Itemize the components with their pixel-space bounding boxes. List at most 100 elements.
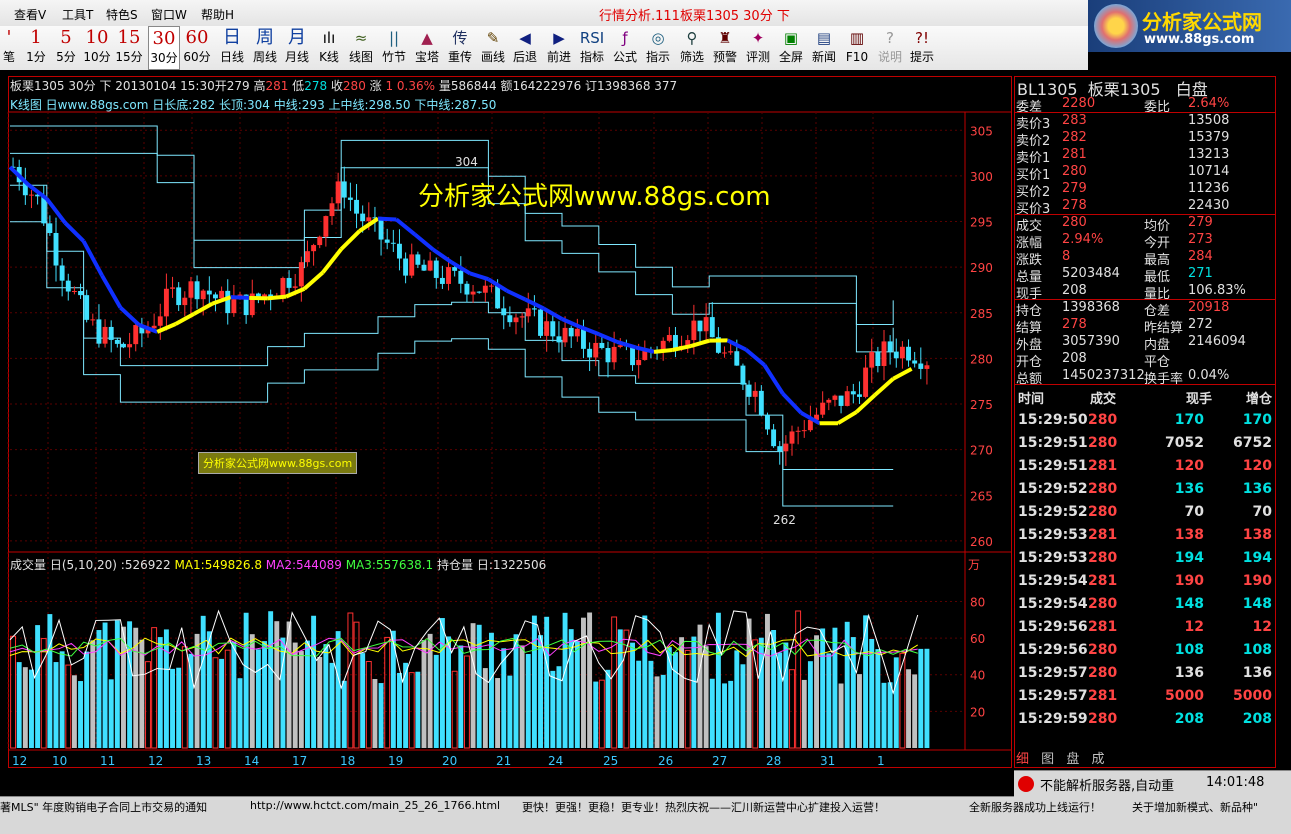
watermark-badge: 分析家公式网www.88gs.com bbox=[198, 452, 357, 474]
toolbar-button-22[interactable]: ♜预警 bbox=[710, 26, 740, 70]
tick-volume: 136 bbox=[1175, 481, 1204, 497]
tick-oi: 136 bbox=[1243, 665, 1272, 681]
tick-time: 15:29:50 bbox=[1018, 412, 1088, 428]
tick-price: 280 bbox=[1088, 504, 1117, 520]
logo-url: www.88gs.com bbox=[1144, 32, 1254, 47]
tick-volume: 194 bbox=[1175, 550, 1204, 566]
toolbar-button-17[interactable]: ▶前进 bbox=[543, 26, 575, 70]
status-bar: 著MLS" 年度购销电子合同上市交易的通知 http://www.hctct.c… bbox=[0, 796, 1291, 834]
high-label: 304 bbox=[455, 155, 478, 169]
tick-header-cell: 增仓 bbox=[1246, 388, 1272, 407]
quote-value: 208 bbox=[1062, 351, 1087, 366]
toolbar-button-6[interactable]: 6060分 bbox=[181, 26, 213, 70]
toolbar-button-23[interactable]: ✦评测 bbox=[743, 26, 773, 70]
status-notice-3[interactable]: 全新服务器成功上线运行！ bbox=[969, 799, 1101, 815]
toolbar-button-11[interactable]: ≈线图 bbox=[346, 26, 376, 70]
quote-value: 278 bbox=[1062, 317, 1087, 332]
toolbar-button-15[interactable]: ✎画线 bbox=[478, 26, 508, 70]
tick-volume: 136 bbox=[1175, 665, 1204, 681]
toolbar-button-8[interactable]: 周周线 bbox=[250, 26, 280, 70]
toolbar-button-26[interactable]: ▥F10 bbox=[842, 26, 872, 70]
toolbar-button-9[interactable]: 月月线 bbox=[282, 26, 312, 70]
tab-detail[interactable]: 细 bbox=[1016, 752, 1029, 767]
toolbar-button-14[interactable]: 传重传 bbox=[445, 26, 475, 70]
toolbar-icon-18: RSI bbox=[577, 26, 607, 50]
menu-view[interactable]: 查看V bbox=[14, 6, 46, 23]
toolbar-icon-26: ▥ bbox=[842, 26, 872, 50]
toolbar-button-16[interactable]: ◀后退 bbox=[510, 26, 540, 70]
tick-time: 15:29:54 bbox=[1018, 596, 1088, 612]
toolbar-button-1[interactable]: 11分 bbox=[22, 26, 50, 70]
tick-row: 15:29:522807070 bbox=[1016, 502, 1274, 525]
quote-row: 总量5203484最低271 bbox=[1016, 266, 1272, 283]
tick-row: 15:29:56280108108 bbox=[1016, 640, 1274, 663]
quote-value-2: 20918 bbox=[1188, 300, 1229, 315]
tab-chart[interactable]: 图 bbox=[1041, 752, 1054, 767]
menu-window[interactable]: 窗口W bbox=[151, 6, 187, 23]
quote-row: 涨幅2.94%今开273 bbox=[1016, 232, 1272, 249]
toolbar: '笔11分55分1010分1515分3030分6060分日日线周周线月月线ılı… bbox=[0, 26, 1088, 71]
tick-oi: 136 bbox=[1243, 481, 1272, 497]
status-notice-1[interactable]: 著MLS" 年度购销电子合同上市交易的通知 bbox=[0, 799, 207, 815]
toolbar-button-4[interactable]: 1515分 bbox=[114, 26, 144, 70]
toolbar-button-28[interactable]: ?!提示 bbox=[907, 26, 937, 70]
quote-value-2: 106.83% bbox=[1188, 283, 1246, 298]
toolbar-button-2[interactable]: 55分 bbox=[52, 26, 80, 70]
toolbar-button-7[interactable]: 日日线 bbox=[217, 26, 247, 70]
tick-row: 15:29:50280170170 bbox=[1016, 410, 1274, 433]
quote-value-2: 279 bbox=[1188, 215, 1213, 230]
tick-time: 15:29:53 bbox=[1018, 527, 1088, 543]
status-notice-2[interactable]: 更快！更强！更稳！更专业！热烈庆祝——汇川新运营中心扩建投入运营！ bbox=[522, 799, 885, 815]
tab-trades[interactable]: 成 bbox=[1091, 752, 1104, 767]
status-link[interactable]: http://www.hctct.com/main_25_26_1766.htm… bbox=[250, 799, 500, 812]
quote-value: 278 bbox=[1062, 198, 1087, 213]
tick-price: 280 bbox=[1088, 550, 1117, 566]
toolbar-icon-6: 60 bbox=[181, 26, 213, 50]
toolbar-button-5[interactable]: 3030分 bbox=[148, 26, 180, 70]
tick-header-cell: 时间 bbox=[1018, 388, 1044, 407]
toolbar-label-4: 15分 bbox=[114, 50, 144, 64]
toolbar-icon-11: ≈ bbox=[346, 26, 376, 50]
toolbar-button-13[interactable]: ▲宝塔 bbox=[412, 26, 442, 70]
toolbar-label-6: 60分 bbox=[181, 50, 213, 64]
toolbar-button-12[interactable]: ||竹节 bbox=[379, 26, 409, 70]
quote-value: 3057390 bbox=[1062, 334, 1120, 349]
tick-price: 280 bbox=[1088, 642, 1117, 658]
toolbar-icon-27: ? bbox=[875, 26, 905, 50]
quote-value: 208 bbox=[1062, 283, 1087, 298]
toolbar-label-9: 月线 bbox=[282, 50, 312, 64]
toolbar-button-24[interactable]: ▣全屏 bbox=[776, 26, 806, 70]
quote-row: 结算278昨结算272 bbox=[1016, 317, 1272, 334]
tab-book[interactable]: 盘 bbox=[1066, 752, 1079, 767]
menu-tools[interactable]: 工具T bbox=[62, 6, 93, 23]
menu-help[interactable]: 帮助H bbox=[201, 6, 234, 23]
toolbar-icon-19: ƒ bbox=[610, 26, 640, 50]
toolbar-button-21[interactable]: ⚲筛选 bbox=[677, 26, 707, 70]
toolbar-button-27[interactable]: ?说明 bbox=[875, 26, 905, 70]
toolbar-button-0[interactable]: '笔 bbox=[0, 26, 18, 70]
toolbar-button-18[interactable]: RSI指标 bbox=[577, 26, 607, 70]
toolbar-icon-15: ✎ bbox=[478, 26, 508, 50]
tick-volume: 170 bbox=[1175, 412, 1204, 428]
toolbar-label-28: 提示 bbox=[907, 50, 937, 64]
toolbar-icon-4: 15 bbox=[114, 26, 144, 50]
toolbar-button-19[interactable]: ƒ公式 bbox=[610, 26, 640, 70]
server-status: 不能解析服务器,自动重 bbox=[1040, 775, 1174, 794]
toolbar-icon-16: ◀ bbox=[510, 26, 540, 50]
menu-features[interactable]: 特色S bbox=[106, 6, 138, 23]
tick-oi: 70 bbox=[1253, 504, 1272, 520]
toolbar-button-10[interactable]: ılıK线 bbox=[314, 26, 344, 70]
toolbar-button-3[interactable]: 1010分 bbox=[82, 26, 112, 70]
quote-row: 买价128010714 bbox=[1016, 164, 1272, 181]
quote-value: 2280 bbox=[1062, 96, 1095, 111]
quote-value-2: 15379 bbox=[1188, 130, 1229, 145]
toolbar-icon-0: ' bbox=[0, 26, 18, 50]
tick-price: 281 bbox=[1088, 458, 1117, 474]
tick-volume: 108 bbox=[1175, 642, 1204, 658]
toolbar-label-27: 说明 bbox=[875, 50, 905, 64]
tick-row: 15:29:562811212 bbox=[1016, 617, 1274, 640]
status-notice-4[interactable]: 关于增加新模式、新品种" bbox=[1132, 799, 1258, 815]
toolbar-button-20[interactable]: ◎指示 bbox=[643, 26, 673, 70]
quote-value: 283 bbox=[1062, 113, 1087, 128]
toolbar-button-25[interactable]: ▤新闻 bbox=[808, 26, 840, 70]
